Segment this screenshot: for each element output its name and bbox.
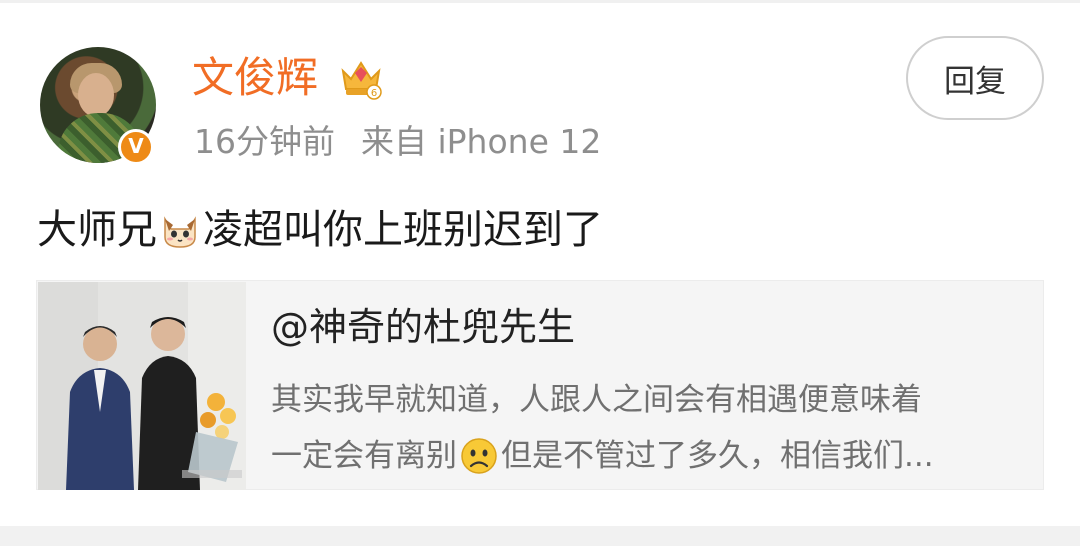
post-time: 16分钟前 [194,122,335,161]
post-source: 来自 iPhone 12 [361,122,602,161]
sad-face-emoji-icon [461,438,497,474]
avatar[interactable]: V [40,47,156,165]
post-text-part1: 大师兄 [37,207,157,253]
bottom-divider [0,526,1080,546]
username[interactable]: 文俊辉 [192,50,318,106]
post-meta: 16分钟前 来自 iPhone 12 [194,120,601,164]
post-text-part2: 凌超叫你上班别迟到了 [203,207,603,253]
card-title[interactable]: @神奇的杜兜先生 [271,301,575,353]
reply-button[interactable]: 回复 [906,36,1044,120]
card-description-line1: 其实我早就知道，人跟人之间会有相遇便意味着 [271,382,922,418]
verified-badge-icon: V [118,129,154,165]
post-text: 大师兄 凌超叫你上班别迟到了 [37,200,603,260]
cat-emoji-icon [164,216,196,248]
card-thumbnail [38,282,246,490]
quoted-post-card[interactable]: @神奇的杜兜先生 其实我早就知道，人跟人之间会有相遇便意味着 一定会有离别 但是… [36,280,1044,490]
top-divider [0,0,1080,3]
card-description-line2: 一定会有离别 但是不管过了多久，相信我们... [271,438,934,474]
svg-text:6: 6 [371,88,377,99]
crown-gem-icon[interactable]: 6 [338,55,384,101]
